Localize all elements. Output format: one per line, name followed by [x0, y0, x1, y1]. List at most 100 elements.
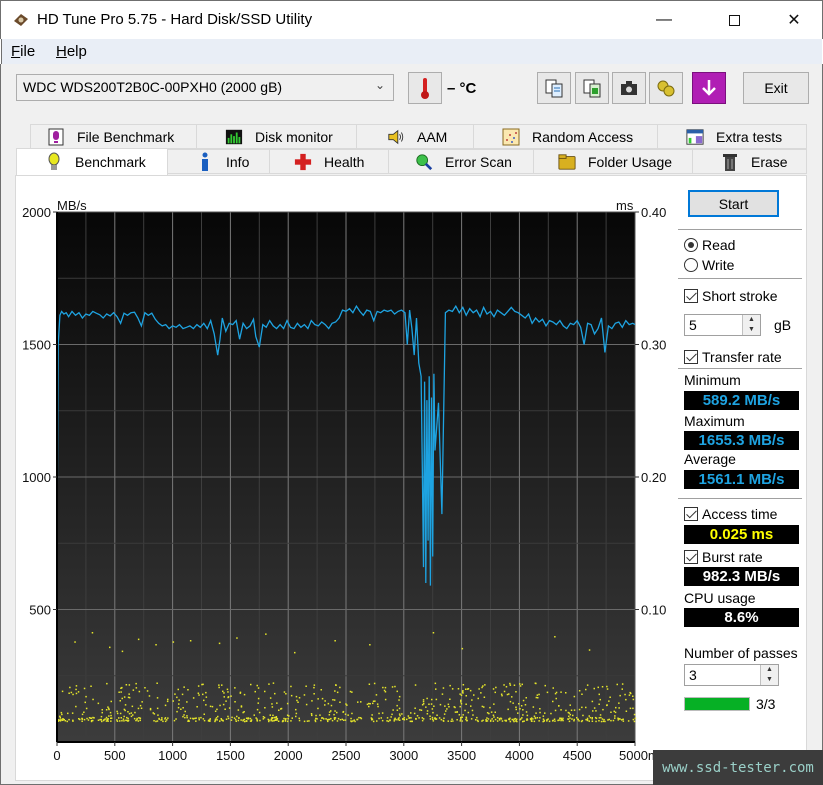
- access-time-point: [581, 693, 583, 695]
- access-time-point: [223, 696, 225, 698]
- tab-disk-monitor[interactable]: Disk monitor: [196, 124, 357, 149]
- access-time-point: [627, 720, 630, 722]
- menu-file[interactable]: File: [11, 43, 35, 60]
- maximum-label: Maximum: [684, 413, 745, 429]
- access-time-point: [59, 720, 61, 722]
- temperature-button[interactable]: [408, 72, 442, 104]
- access-time-point: [532, 718, 534, 720]
- exit-button[interactable]: Exit: [743, 72, 809, 104]
- access-time-point: [216, 719, 218, 721]
- access-time-point: [344, 719, 347, 721]
- access-time-point: [440, 718, 443, 721]
- access-time-point: [256, 708, 259, 711]
- options-button[interactable]: [649, 72, 683, 104]
- tab-folder-usage[interactable]: Folder Usage: [533, 149, 693, 174]
- access-time-point: [459, 705, 461, 708]
- tab-file-benchmark[interactable]: File Benchmark: [30, 124, 197, 149]
- menu-help[interactable]: Help: [56, 43, 87, 60]
- spinner-arrows-icon[interactable]: ▲ ▼: [742, 315, 760, 335]
- access-time-point: [200, 716, 202, 719]
- access-time-point: [223, 692, 225, 694]
- tab-erase[interactable]: Erase: [692, 149, 807, 174]
- access-time-point: [336, 711, 338, 714]
- transfer-rate-checkbox[interactable]: Transfer rate: [684, 349, 782, 365]
- access-time-point: [422, 718, 425, 720]
- access-time-point: [228, 707, 231, 709]
- tab-info[interactable]: Info: [167, 149, 270, 174]
- access-time-point: [483, 706, 485, 708]
- access-time-point: [178, 703, 180, 705]
- start-button[interactable]: Start: [688, 190, 779, 217]
- access-time-point: [183, 714, 185, 716]
- access-time-point: [391, 713, 393, 716]
- access-time-point: [264, 707, 266, 709]
- access-time-point: [518, 703, 520, 705]
- access-time-point: [592, 710, 594, 712]
- access-time-point: [442, 719, 445, 722]
- drive-select[interactable]: WDC WDS200T2B0C-00PXH0 (2000 gB) ⌄: [16, 74, 394, 101]
- access-time-point: [118, 691, 120, 693]
- tab-extra-tests[interactable]: Extra tests: [657, 124, 807, 149]
- access-time-point: [219, 704, 221, 707]
- access-time-point: [394, 685, 396, 688]
- access-time-point: [127, 696, 130, 699]
- copy-info-button[interactable]: [537, 72, 571, 104]
- minimize-button[interactable]: —: [641, 1, 687, 39]
- access-time-point: [350, 717, 352, 720]
- access-time-point: [334, 690, 336, 692]
- access-time-point: [120, 691, 122, 693]
- save-button[interactable]: [692, 72, 726, 104]
- access-time-point: [526, 719, 529, 721]
- short-stroke-checkbox[interactable]: Short stroke: [684, 288, 777, 304]
- tab-health[interactable]: Health: [269, 149, 389, 174]
- tab-label: Disk monitor: [255, 128, 333, 145]
- burst-rate-checkbox[interactable]: Burst rate: [684, 549, 763, 565]
- average-label: Average: [684, 451, 736, 467]
- tab-random-access[interactable]: Random Access: [473, 124, 658, 149]
- write-radio[interactable]: Write: [684, 257, 734, 273]
- access-time-point: [121, 650, 124, 653]
- checkbox-checked-icon: [684, 550, 698, 564]
- access-time-point: [123, 720, 125, 722]
- access-time-point: [270, 718, 272, 721]
- access-time-point: [435, 688, 437, 690]
- minimum-label: Minimum: [684, 372, 741, 388]
- access-time-point: [436, 714, 438, 716]
- access-time-point: [494, 718, 497, 721]
- access-time-point: [203, 699, 205, 702]
- close-button[interactable]: ✕: [771, 1, 817, 39]
- access-time-point: [74, 641, 76, 643]
- access-time-point: [238, 717, 240, 719]
- access-time-point: [243, 718, 246, 721]
- access-time-point: [509, 720, 512, 723]
- spinner-arrows-icon[interactable]: ▲ ▼: [760, 665, 778, 685]
- access-time-point: [454, 706, 456, 709]
- access-time-point: [286, 702, 289, 705]
- access-time-point: [378, 717, 380, 720]
- access-time-point: [372, 700, 375, 702]
- access-time-point: [588, 649, 591, 651]
- maximize-button[interactable]: [711, 1, 757, 39]
- access-time-point: [447, 703, 450, 706]
- short-stroke-spinner[interactable]: 5 ▲ ▼: [684, 314, 761, 336]
- access-time-point: [376, 720, 378, 722]
- access-time-point: [498, 719, 501, 721]
- access-time-point: [144, 687, 146, 689]
- tab-label: Folder Usage: [588, 153, 673, 170]
- tab-benchmark[interactable]: Benchmark: [16, 148, 168, 175]
- access-time-point: [333, 699, 336, 701]
- copy-screen-button[interactable]: [575, 72, 609, 104]
- access-time-point: [593, 687, 595, 690]
- access-time-point: [558, 719, 560, 721]
- read-radio[interactable]: Read: [684, 237, 735, 253]
- screenshot-button[interactable]: [612, 72, 646, 104]
- passes-spinner[interactable]: 3 ▲ ▼: [684, 664, 779, 686]
- access-time-checkbox[interactable]: Access time: [684, 506, 777, 522]
- access-time-point: [218, 642, 221, 645]
- tab-aam[interactable]: AAM: [356, 124, 474, 149]
- y-tick-label: 500: [29, 603, 51, 618]
- tab-error-scan[interactable]: Error Scan: [388, 149, 534, 174]
- access-time-point: [127, 717, 129, 720]
- access-time-point: [532, 706, 535, 708]
- access-time-point: [446, 708, 448, 710]
